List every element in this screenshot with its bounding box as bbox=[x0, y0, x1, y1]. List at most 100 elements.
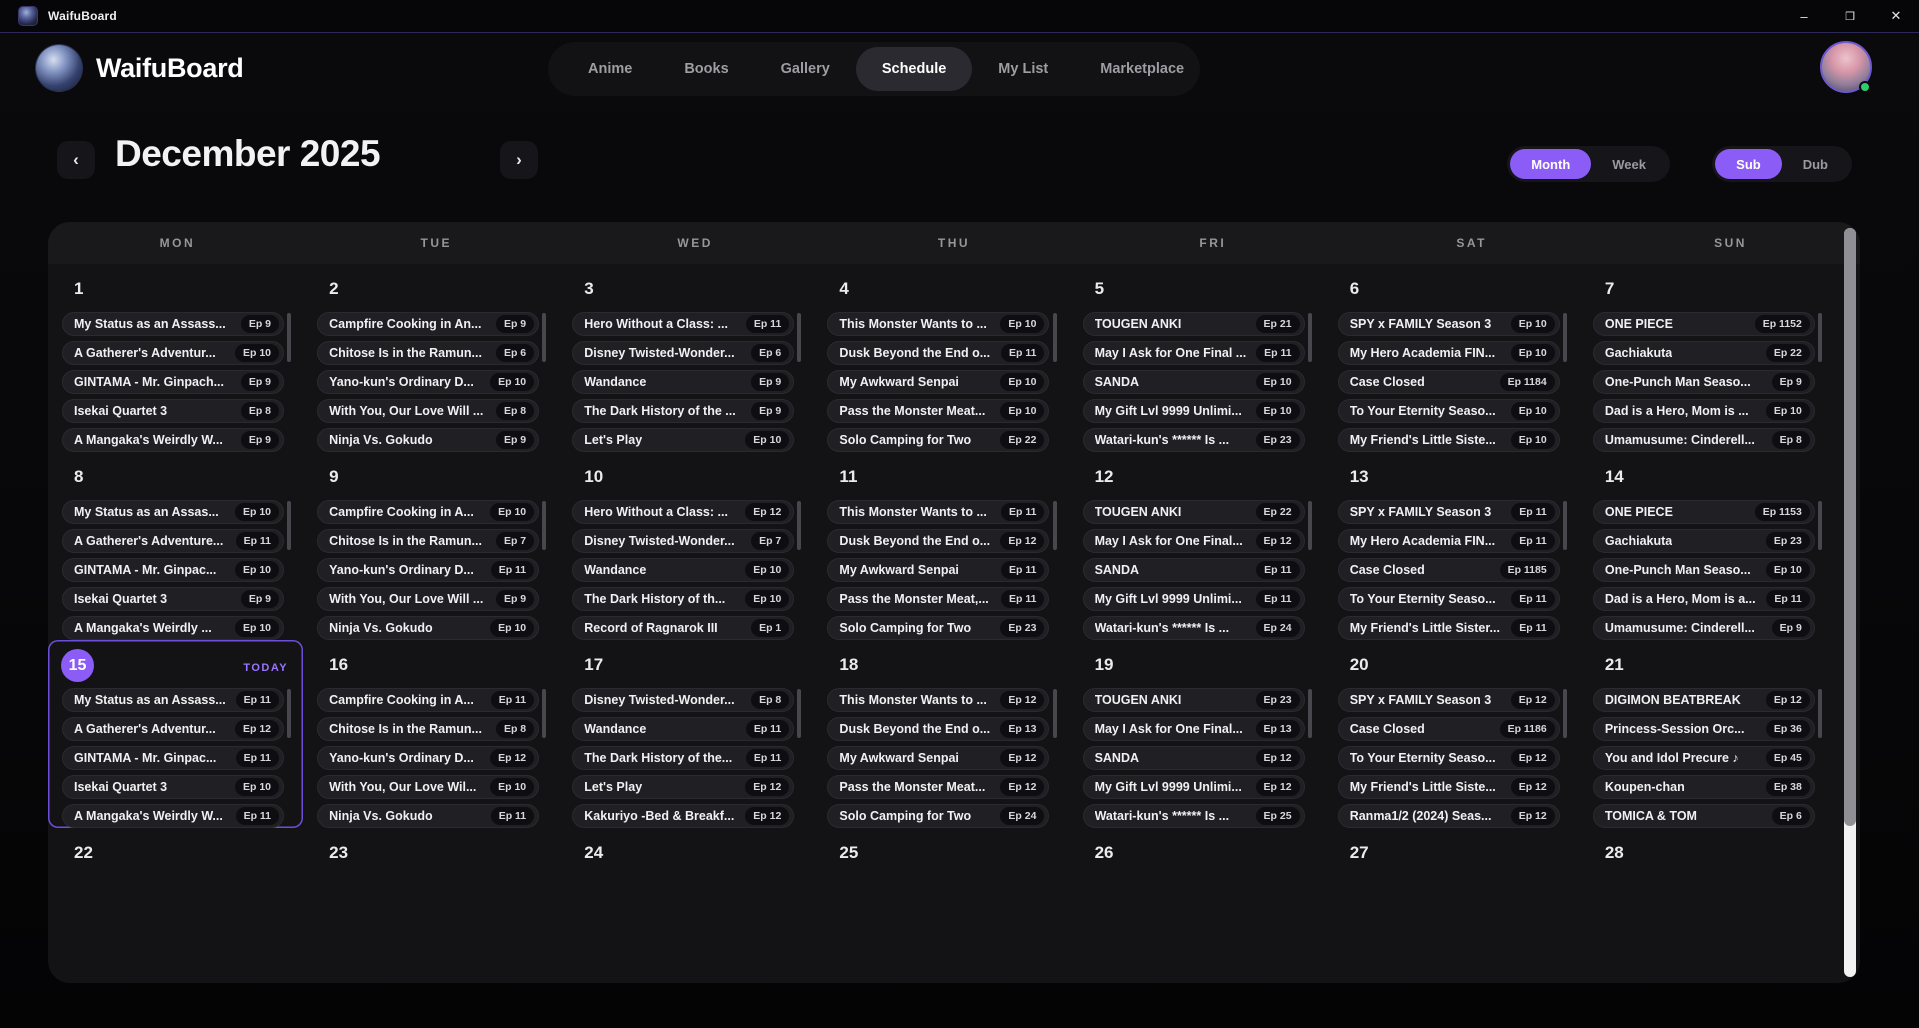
episode-chip[interactable]: A Mangaka's Weirdly W...Ep 11 bbox=[62, 804, 284, 828]
episode-chip[interactable]: Ninja Vs. GokudoEp 10 bbox=[317, 616, 539, 640]
episode-chip[interactable]: My Friend's Little Siste...Ep 12 bbox=[1338, 775, 1560, 799]
episode-chip[interactable]: Hero Without a Class: ...Ep 12 bbox=[572, 500, 794, 524]
episode-chip[interactable]: GINTAMA - Mr. Ginpac...Ep 10 bbox=[62, 558, 284, 582]
episode-chip[interactable]: A Gatherer's Adventur...Ep 12 bbox=[62, 717, 284, 741]
episode-chip[interactable]: Dusk Beyond the End o...Ep 11 bbox=[827, 341, 1049, 365]
calendar-scrollbar-track[interactable] bbox=[1844, 228, 1856, 977]
episode-chip[interactable]: Koupen-chanEp 38 bbox=[1593, 775, 1815, 799]
cell-scrollbar-thumb[interactable] bbox=[287, 313, 291, 362]
episode-chip[interactable]: My Friend's Little Sister...Ep 11 bbox=[1338, 616, 1560, 640]
episode-chip[interactable]: Pass the Monster Meat,...Ep 11 bbox=[827, 587, 1049, 611]
episode-chip[interactable]: Dusk Beyond the End o...Ep 13 bbox=[827, 717, 1049, 741]
episode-chip[interactable]: Watari-kun's ****** Is ...Ep 23 bbox=[1083, 428, 1305, 452]
tab-my-list[interactable]: My List bbox=[972, 47, 1074, 91]
next-month-button[interactable]: › bbox=[500, 141, 538, 179]
episode-chip[interactable]: ONE PIECEEp 1152 bbox=[1593, 312, 1815, 336]
episode-chip[interactable]: My Hero Academia FIN...Ep 10 bbox=[1338, 341, 1560, 365]
episode-chip[interactable]: WandanceEp 9 bbox=[572, 370, 794, 394]
minimize-button[interactable]: – bbox=[1781, 0, 1827, 32]
cell-scrollbar-thumb[interactable] bbox=[1563, 689, 1567, 738]
view-toggle-week[interactable]: Week bbox=[1591, 149, 1667, 179]
cell-scrollbar-thumb[interactable] bbox=[1818, 313, 1822, 362]
calendar-scrollbar-thumb[interactable] bbox=[1844, 228, 1856, 826]
tab-schedule[interactable]: Schedule bbox=[856, 47, 972, 91]
episode-chip[interactable]: SPY x FAMILY Season 3Ep 10 bbox=[1338, 312, 1560, 336]
episode-chip[interactable]: My Friend's Little Siste...Ep 10 bbox=[1338, 428, 1560, 452]
episode-chip[interactable]: Campfire Cooking in A...Ep 10 bbox=[317, 500, 539, 524]
episode-chip[interactable]: May I Ask for One Final ...Ep 11 bbox=[1083, 341, 1305, 365]
episode-chip[interactable]: Ranma1/2 (2024) Seas...Ep 12 bbox=[1338, 804, 1560, 828]
tab-anime[interactable]: Anime bbox=[562, 47, 658, 91]
episode-chip[interactable]: GachiakutaEp 23 bbox=[1593, 529, 1815, 553]
tab-books[interactable]: Books bbox=[658, 47, 754, 91]
cell-scrollbar-thumb[interactable] bbox=[287, 689, 291, 738]
episode-chip[interactable]: My Status as an Assass...Ep 9 bbox=[62, 312, 284, 336]
cell-scrollbar-thumb[interactable] bbox=[542, 689, 546, 738]
maximize-button[interactable]: ❒ bbox=[1827, 0, 1873, 32]
episode-chip[interactable]: GachiakutaEp 22 bbox=[1593, 341, 1815, 365]
episode-chip[interactable]: You and Idol Precure ♪Ep 45 bbox=[1593, 746, 1815, 770]
episode-chip[interactable]: Chitose Is in the Ramun...Ep 6 bbox=[317, 341, 539, 365]
episode-chip[interactable]: Let's PlayEp 10 bbox=[572, 428, 794, 452]
episode-chip[interactable]: My Awkward SenpaiEp 10 bbox=[827, 370, 1049, 394]
episode-chip[interactable]: Case ClosedEp 1186 bbox=[1338, 717, 1560, 741]
episode-chip[interactable]: May I Ask for One Final...Ep 12 bbox=[1083, 529, 1305, 553]
episode-chip[interactable]: Pass the Monster Meat...Ep 10 bbox=[827, 399, 1049, 423]
episode-chip[interactable]: My Gift Lvl 9999 Unlimi...Ep 10 bbox=[1083, 399, 1305, 423]
episode-chip[interactable]: With You, Our Love Will ...Ep 8 bbox=[317, 399, 539, 423]
episode-chip[interactable]: May I Ask for One Final...Ep 13 bbox=[1083, 717, 1305, 741]
episode-chip[interactable]: My Gift Lvl 9999 Unlimi...Ep 12 bbox=[1083, 775, 1305, 799]
episode-chip[interactable]: This Monster Wants to ...Ep 10 bbox=[827, 312, 1049, 336]
user-avatar[interactable] bbox=[1820, 41, 1872, 93]
episode-chip[interactable]: Chitose Is in the Ramun...Ep 8 bbox=[317, 717, 539, 741]
episode-chip[interactable]: SPY x FAMILY Season 3Ep 11 bbox=[1338, 500, 1560, 524]
episode-chip[interactable]: WandanceEp 11 bbox=[572, 717, 794, 741]
episode-chip[interactable]: Case ClosedEp 1185 bbox=[1338, 558, 1560, 582]
episode-chip[interactable]: One-Punch Man Seaso...Ep 10 bbox=[1593, 558, 1815, 582]
close-button[interactable]: ✕ bbox=[1873, 0, 1919, 32]
episode-chip[interactable]: Let's PlayEp 12 bbox=[572, 775, 794, 799]
tab-marketplace[interactable]: Marketplace bbox=[1074, 47, 1210, 91]
episode-chip[interactable]: The Dark History of the...Ep 11 bbox=[572, 746, 794, 770]
episode-chip[interactable]: Isekai Quartet 3Ep 8 bbox=[62, 399, 284, 423]
episode-chip[interactable]: Dusk Beyond the End o...Ep 12 bbox=[827, 529, 1049, 553]
episode-chip[interactable]: Campfire Cooking in An...Ep 9 bbox=[317, 312, 539, 336]
episode-chip[interactable]: GINTAMA - Mr. Ginpac...Ep 11 bbox=[62, 746, 284, 770]
episode-chip[interactable]: TOUGEN ANKIEp 21 bbox=[1083, 312, 1305, 336]
episode-chip[interactable]: To Your Eternity Seaso...Ep 11 bbox=[1338, 587, 1560, 611]
episode-chip[interactable]: My Hero Academia FIN...Ep 11 bbox=[1338, 529, 1560, 553]
episode-chip[interactable]: Chitose Is in the Ramun...Ep 7 bbox=[317, 529, 539, 553]
episode-chip[interactable]: The Dark History of th...Ep 10 bbox=[572, 587, 794, 611]
episode-chip[interactable]: WandanceEp 10 bbox=[572, 558, 794, 582]
episode-chip[interactable]: DIGIMON BEATBREAKEp 12 bbox=[1593, 688, 1815, 712]
episode-chip[interactable]: Solo Camping for TwoEp 23 bbox=[827, 616, 1049, 640]
episode-chip[interactable]: Hero Without a Class: ...Ep 11 bbox=[572, 312, 794, 336]
episode-chip[interactable]: TOUGEN ANKIEp 23 bbox=[1083, 688, 1305, 712]
episode-chip[interactable]: SPY x FAMILY Season 3Ep 12 bbox=[1338, 688, 1560, 712]
episode-chip[interactable]: GINTAMA - Mr. Ginpach...Ep 9 bbox=[62, 370, 284, 394]
prev-month-button[interactable]: ‹ bbox=[57, 141, 95, 179]
cell-scrollbar-thumb[interactable] bbox=[542, 501, 546, 550]
cell-scrollbar-thumb[interactable] bbox=[1563, 313, 1567, 362]
episode-chip[interactable]: SANDAEp 11 bbox=[1083, 558, 1305, 582]
episode-chip[interactable]: Yano-kun's Ordinary D...Ep 10 bbox=[317, 370, 539, 394]
episode-chip[interactable]: SANDAEp 12 bbox=[1083, 746, 1305, 770]
episode-chip[interactable]: Solo Camping for TwoEp 22 bbox=[827, 428, 1049, 452]
cell-scrollbar-thumb[interactable] bbox=[542, 313, 546, 362]
episode-chip[interactable]: Princess-Session Orc...Ep 36 bbox=[1593, 717, 1815, 741]
episode-chip[interactable]: My Awkward SenpaiEp 12 bbox=[827, 746, 1049, 770]
cell-scrollbar-thumb[interactable] bbox=[287, 501, 291, 550]
episode-chip[interactable]: TOMICA & TOMEp 6 bbox=[1593, 804, 1815, 828]
cell-scrollbar-thumb[interactable] bbox=[1053, 501, 1057, 550]
episode-chip[interactable]: This Monster Wants to ...Ep 11 bbox=[827, 500, 1049, 524]
cell-scrollbar-thumb[interactable] bbox=[1053, 689, 1057, 738]
cell-scrollbar-thumb[interactable] bbox=[1818, 689, 1822, 738]
episode-chip[interactable]: Pass the Monster Meat...Ep 12 bbox=[827, 775, 1049, 799]
episode-chip[interactable]: Umamusume: Cinderell...Ep 9 bbox=[1593, 616, 1815, 640]
episode-chip[interactable]: A Mangaka's Weirdly W...Ep 9 bbox=[62, 428, 284, 452]
cell-scrollbar-thumb[interactable] bbox=[797, 501, 801, 550]
episode-chip[interactable]: My Gift Lvl 9999 Unlimi...Ep 11 bbox=[1083, 587, 1305, 611]
episode-chip[interactable]: Campfire Cooking in A...Ep 11 bbox=[317, 688, 539, 712]
episode-chip[interactable]: My Status as an Assass...Ep 11 bbox=[62, 688, 284, 712]
episode-chip[interactable]: Disney Twisted-Wonder...Ep 8 bbox=[572, 688, 794, 712]
